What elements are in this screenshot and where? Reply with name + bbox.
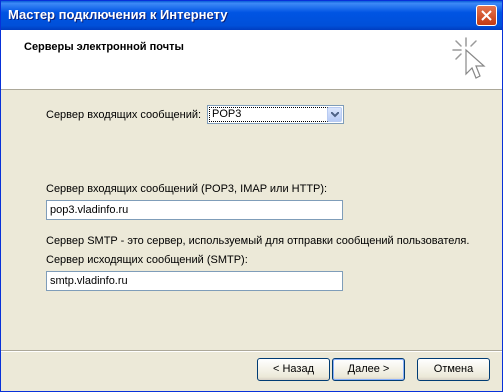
incoming-type-selected: POP3 [209,107,328,122]
window-title: Мастер подключения к Интернету [8,7,228,22]
close-icon [481,10,492,21]
back-button-label: < Назад [273,363,314,375]
page-title: Серверы электронной почты [24,41,184,53]
incoming-server-label: Сервер входящих сообщений (POP3, IMAP ил… [46,183,328,195]
smtp-note: Сервер SMTP - это сервер, используемый д… [46,235,470,247]
incoming-server-input[interactable]: pop3.vladinfo.ru [46,200,343,220]
next-button[interactable]: Далее > [332,358,405,381]
incoming-type-select[interactable]: POP3 [207,105,344,124]
dropdown-button[interactable] [327,107,342,122]
incoming-type-label: Сервер входящих сообщений: [46,109,202,121]
sparkle-cursor-icon [452,37,486,79]
wizard-window: Мастер подключения к Интернету Серверы э… [0,0,503,392]
wizard-header: Серверы электронной почты [1,30,502,90]
cancel-button-label: Отмена [433,363,474,375]
next-button-label: Далее > [347,363,390,375]
back-button[interactable]: < Назад [257,358,330,381]
cancel-button[interactable]: Отмена [417,358,490,381]
chevron-down-icon [331,112,339,118]
outgoing-server-input[interactable]: smtp.vladinfo.ru [46,271,343,291]
close-button[interactable] [476,5,497,26]
title-bar[interactable]: Мастер подключения к Интернету [1,1,502,30]
divider [1,350,502,352]
outgoing-server-label: Сервер исходящих сообщений (SMTP): [46,254,248,266]
